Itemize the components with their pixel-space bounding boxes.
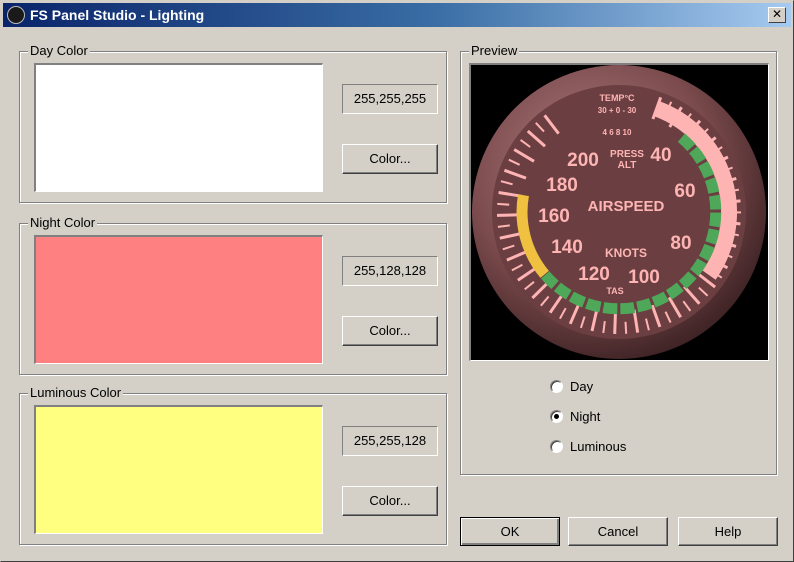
day-color-label: Day Color xyxy=(28,43,90,59)
luminous-color-button[interactable]: Color... xyxy=(342,486,438,516)
luminous-color-value: 255,255,128 xyxy=(342,426,438,456)
gauge-number-120: 120 xyxy=(578,264,610,285)
close-button[interactable]: ✕ xyxy=(768,7,786,23)
lighting-dialog: FS Panel Studio - Lighting ✕ Day Color 2… xyxy=(0,0,794,562)
night-color-swatch xyxy=(34,235,323,364)
day-color-value: 255,255,255 xyxy=(342,84,438,114)
radio-luminous-button[interactable] xyxy=(550,440,563,453)
radio-day-button[interactable] xyxy=(550,380,563,393)
gauge-number-40: 40 xyxy=(650,145,671,166)
gauge-number-140: 140 xyxy=(551,237,583,258)
gauge-tick xyxy=(624,321,628,334)
luminous-color-swatch xyxy=(34,405,323,534)
gauge-tick xyxy=(613,310,617,334)
night-color-button[interactable]: Color... xyxy=(342,316,438,346)
day-color-swatch xyxy=(34,63,323,192)
luminous-color-group: Luminous Color 255,255,128 Color... xyxy=(19,385,447,545)
gauge-number-60: 60 xyxy=(674,181,695,202)
night-color-label: Night Color xyxy=(28,215,98,231)
radio-night-label[interactable]: Night xyxy=(570,409,600,425)
cancel-button[interactable]: Cancel xyxy=(568,517,668,546)
night-color-value: 255,128,128 xyxy=(342,256,438,286)
day-color-group: Day Color 255,255,255 Color... xyxy=(19,43,447,203)
radio-day-label[interactable]: Day xyxy=(570,379,593,395)
gauge-number-200: 200 xyxy=(567,150,599,171)
app-gauge-icon xyxy=(7,6,25,24)
alt-label: ALT xyxy=(618,160,637,171)
help-button[interactable]: Help xyxy=(678,517,778,546)
ok-button[interactable]: OK xyxy=(460,517,560,546)
tas-label: TAS xyxy=(606,286,623,296)
window-title: FS Panel Studio - Lighting xyxy=(30,7,205,23)
radio-night-button[interactable] xyxy=(550,410,563,423)
airspeed-title: AIRSPEED xyxy=(588,198,665,215)
temp-label: TEMP°C xyxy=(599,93,635,103)
gauge-number-100: 100 xyxy=(628,267,660,288)
gauge-number-80: 80 xyxy=(670,233,691,254)
temp-scale: 30 + 0 - 30 xyxy=(598,106,637,115)
gauge-number-180: 180 xyxy=(546,175,578,196)
preview-image: TEMP°C 30 + 0 - 30 4 6 8 10 PRESS ALT AI… xyxy=(469,63,769,361)
preview-group: Preview TEMP°C 30 + 0 - 30 4 6 8 10 PRES… xyxy=(460,43,777,475)
gauge-number-160: 160 xyxy=(538,206,570,227)
altitude-digits: 4 6 8 10 xyxy=(603,128,632,137)
night-color-group: Night Color 255,128,128 Color... xyxy=(19,215,447,375)
radio-luminous-label[interactable]: Luminous xyxy=(570,439,626,455)
press-label: PRESS xyxy=(610,149,644,160)
preview-label: Preview xyxy=(469,43,520,59)
gauge-tick xyxy=(497,202,510,206)
title-bar[interactable]: FS Panel Studio - Lighting ✕ xyxy=(3,3,791,27)
knots-label: KNOTS xyxy=(605,246,647,260)
day-color-button[interactable]: Color... xyxy=(342,144,438,174)
airspeed-gauge: TEMP°C 30 + 0 - 30 4 6 8 10 PRESS ALT AI… xyxy=(472,65,766,359)
luminous-color-label: Luminous Color xyxy=(28,385,124,401)
